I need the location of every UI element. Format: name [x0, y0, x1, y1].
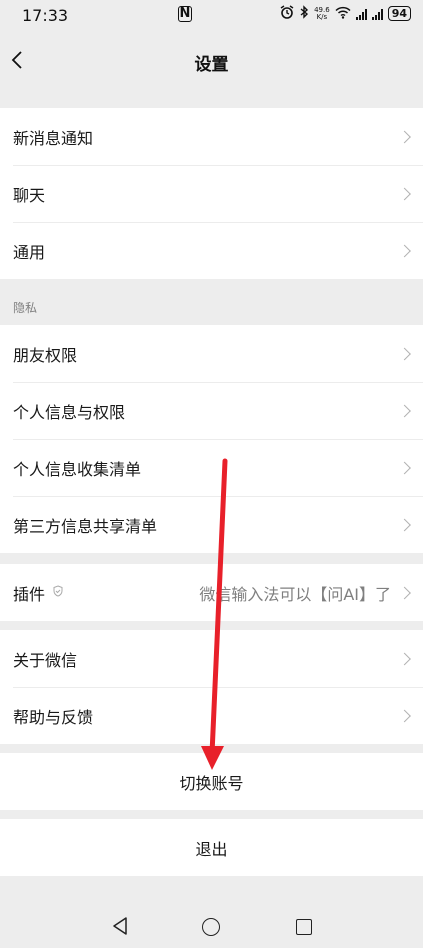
nfc-icon: N — [178, 6, 192, 22]
back-button[interactable] — [10, 50, 30, 74]
chevron-left-icon — [11, 51, 22, 69]
row-label: 个人信息收集清单 — [13, 459, 142, 479]
status-time: 17:33 — [22, 6, 69, 25]
chevron-right-icon — [398, 244, 411, 257]
row-about-wechat[interactable]: 关于微信 — [0, 630, 423, 687]
settings-group-plugin: 插件 微信输入法可以【问AI】了 — [0, 564, 423, 621]
signal-1-icon — [355, 8, 367, 20]
nav-bar: 设置 — [0, 30, 423, 94]
chevron-right-icon — [398, 461, 411, 474]
speed-unit: K/s — [316, 12, 328, 21]
nav-home-circle-icon[interactable] — [202, 918, 220, 936]
row-personal-info-permissions[interactable]: 个人信息与权限 — [0, 382, 423, 439]
logout-button[interactable]: 退出 — [0, 819, 423, 876]
settings-group-privacy: 朋友权限 个人信息与权限 个人信息收集清单 第三方信息共享清单 — [0, 325, 423, 553]
chevron-right-icon — [398, 652, 411, 665]
system-nav-bar — [0, 905, 423, 948]
row-label: 插件 — [13, 584, 46, 604]
row-friend-permissions[interactable]: 朋友权限 — [0, 325, 423, 382]
row-label: 关于微信 — [13, 650, 78, 670]
settings-group-general: 新消息通知 聊天 通用 — [0, 108, 423, 279]
row-label: 帮助与反馈 — [13, 707, 94, 727]
row-chat[interactable]: 聊天 — [0, 165, 423, 222]
row-label: 朋友权限 — [13, 345, 78, 365]
chevron-right-icon — [398, 709, 411, 722]
row-general[interactable]: 通用 — [0, 222, 423, 279]
bluetooth-icon — [299, 5, 309, 22]
shield-icon — [53, 585, 63, 600]
row-label: 新消息通知 — [13, 128, 94, 148]
nav-recents-square-icon[interactable] — [296, 919, 312, 935]
plugin-value: 微信输入法可以【问AI】了 — [199, 584, 391, 604]
switch-account-button[interactable]: 切换账号 — [0, 753, 423, 810]
chevron-right-icon — [398, 518, 411, 531]
chevron-right-icon — [398, 187, 411, 200]
network-speed: 49.6 K/s — [314, 6, 330, 21]
chevron-right-icon — [398, 130, 411, 143]
row-label: 个人信息与权限 — [13, 402, 126, 422]
logout-label: 退出 — [195, 839, 228, 859]
battery-level: 94 — [387, 6, 411, 21]
chevron-right-icon — [398, 404, 411, 417]
row-plugins[interactable]: 插件 微信输入法可以【问AI】了 — [0, 564, 423, 621]
row-label: 第三方信息共享清单 — [13, 516, 158, 536]
row-new-message-notify[interactable]: 新消息通知 — [0, 108, 423, 165]
settings-group-about: 关于微信 帮助与反馈 — [0, 630, 423, 744]
row-help-feedback[interactable]: 帮助与反馈 — [0, 687, 423, 744]
row-label: 通用 — [13, 242, 46, 262]
signal-2-icon — [371, 8, 383, 20]
row-personal-info-collection[interactable]: 个人信息收集清单 — [0, 439, 423, 496]
page-title: 设置 — [194, 54, 229, 75]
chevron-right-icon — [398, 347, 411, 360]
chevron-right-icon — [398, 586, 411, 599]
switch-account-label: 切换账号 — [179, 773, 244, 793]
nav-back-triangle-icon[interactable] — [112, 917, 128, 939]
status-bar: 17:33 N 49.6 K/s 94 — [0, 0, 423, 30]
section-label-privacy: 隐私 — [13, 301, 38, 315]
alarm-icon — [280, 5, 294, 22]
row-third-party-sharing[interactable]: 第三方信息共享清单 — [0, 496, 423, 553]
row-label: 聊天 — [13, 185, 46, 205]
status-icons: 49.6 K/s 94 — [280, 5, 411, 22]
wifi-icon — [335, 6, 351, 22]
